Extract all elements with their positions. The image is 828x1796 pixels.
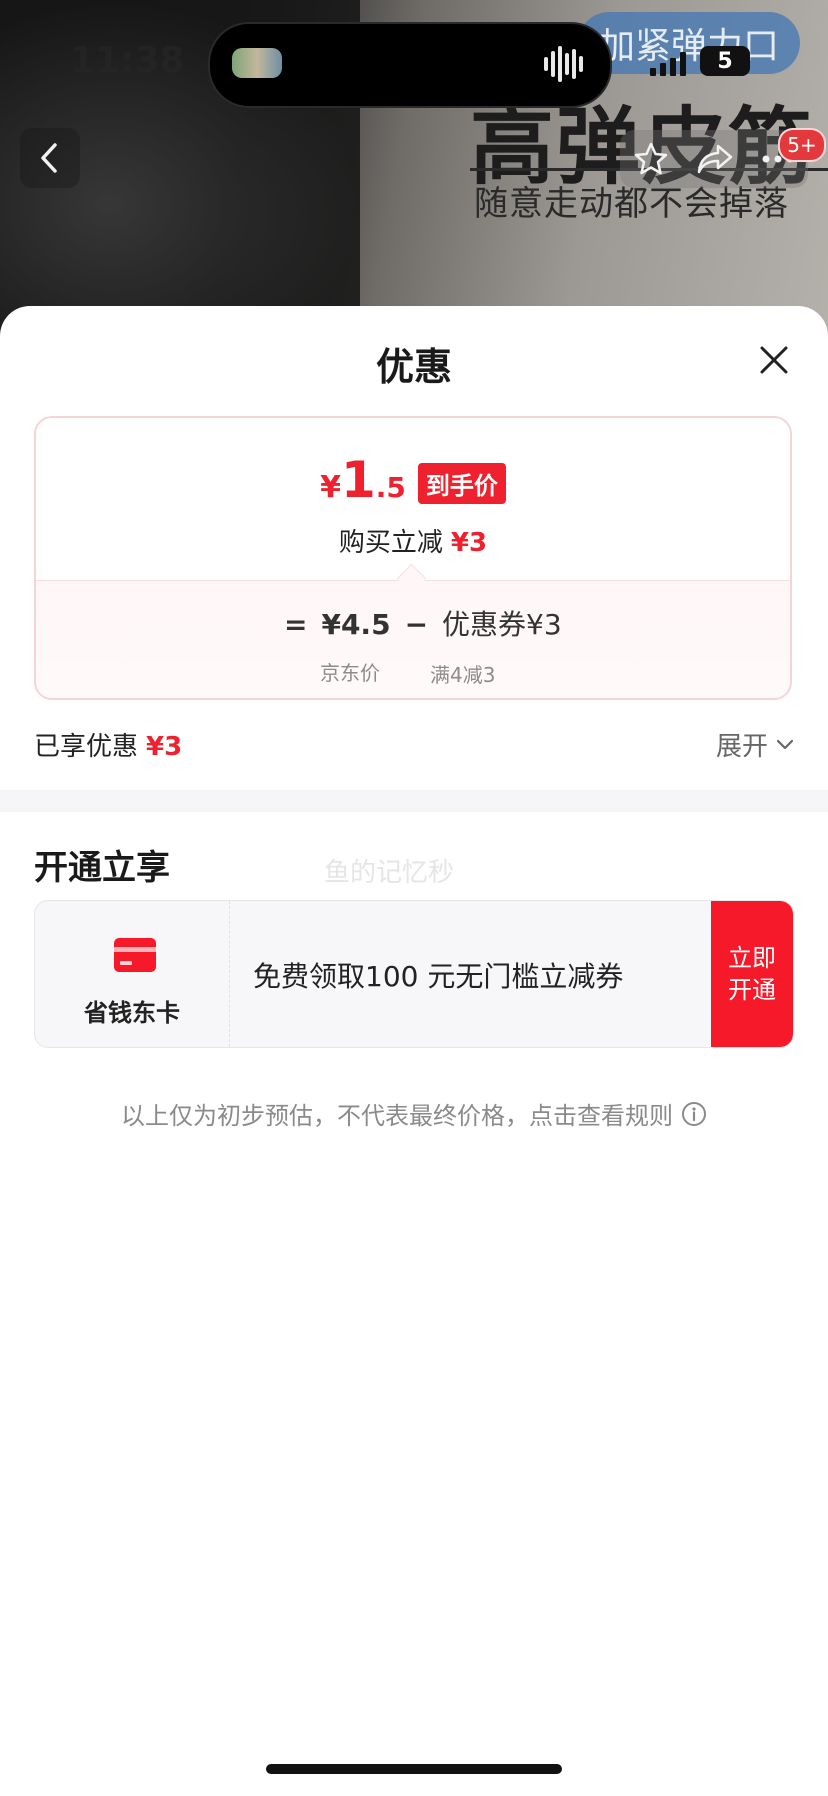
close-icon [760,346,788,374]
coupon-amount: 优惠券¥3 [442,608,562,641]
instant-discount-row: 购买立减 ¥3 [36,522,790,559]
instant-discount-amount: ¥3 [450,528,488,558]
coupon-condition-label: 满4减3 [430,663,496,687]
final-price: ¥1.5 [320,455,406,510]
price-disclaimer[interactable]: 以上仅为初步预估，不代表最终价格，点击查看规则 [0,1096,828,1131]
back-button[interactable] [20,128,80,188]
formula-equals: = [284,608,308,641]
disclaimer-text: 以上仅为初步预估，不代表最终价格，点击查看规则 [121,1102,673,1130]
final-price-tag: 到手价 [417,463,506,504]
home-indicator [266,1764,562,1774]
enjoyed-discount-label: 已享优惠 [34,732,139,762]
close-button[interactable] [754,340,794,380]
membership-offer-card[interactable]: 省钱东卡 免费领取100 元无门槛立减券 立即开通 [34,900,794,1048]
enjoyed-discount-row: 已享优惠 ¥3 [34,726,182,763]
section-divider [0,790,828,812]
instant-discount-label: 购买立减 [338,528,443,558]
expand-label: 展开 [715,732,768,762]
membership-card-name: 省钱东卡 [84,999,180,1027]
audio-waveform-icon [544,44,588,84]
section-title: 开通立享 [34,848,170,888]
expand-button[interactable]: 展开 [716,726,794,763]
currency-symbol: ¥ [320,470,341,505]
activate-now-label: 立即开通 [728,944,776,1004]
price-formula: = ¥4.5− 优惠券¥3 [284,603,562,643]
enjoyed-discount-amount: ¥3 [146,732,183,762]
membership-card-badge: 省钱东卡 [35,901,230,1047]
final-price-decimal: .5 [375,471,406,504]
final-price-integer: 1 [340,451,376,509]
chevron-left-icon [41,143,57,173]
status-time: 11:38 [70,40,185,81]
price-breakdown: = ¥4.5− 优惠券¥3 京东价 满4减3 [36,580,790,698]
discount-bottom-sheet: 优惠 ¥1.5 到手价 购买立减 ¥3 = ¥4.5− 优惠券¥3 京东价 满4减3 … [0,306,828,1796]
jd-price-label: 京东价 [320,661,380,685]
price-summary-card: ¥1.5 到手价 购买立减 ¥3 = ¥4.5− 优惠券¥3 京东价 满4减3 [34,416,792,700]
share-icon[interactable] [696,142,734,176]
card-icon [114,938,156,972]
info-icon [682,1101,706,1126]
watermark: 鱼的记忆秒 [324,858,455,888]
battery-icon: 5 [700,46,750,76]
jd-price: ¥4.5 [321,608,391,641]
activate-now-button[interactable]: 立即开通 [711,901,793,1047]
signal-icon [650,50,690,76]
cart-badge: 5+ [778,128,826,162]
formula-minus: − [404,608,429,641]
dynamic-island [208,22,612,108]
sheet-title: 优惠 [375,345,452,389]
final-price-row: ¥1.5 到手价 [36,455,790,510]
media-thumbnail [232,48,282,78]
product-image-background: 11:38 加紧弹力口 高弹皮筋 随意走动都不会掉落 5 5+ [0,0,828,340]
chevron-down-icon [776,739,794,749]
membership-offer-description: 免费领取100 元无门槛立减券 [253,960,624,993]
star-icon[interactable] [633,141,669,177]
